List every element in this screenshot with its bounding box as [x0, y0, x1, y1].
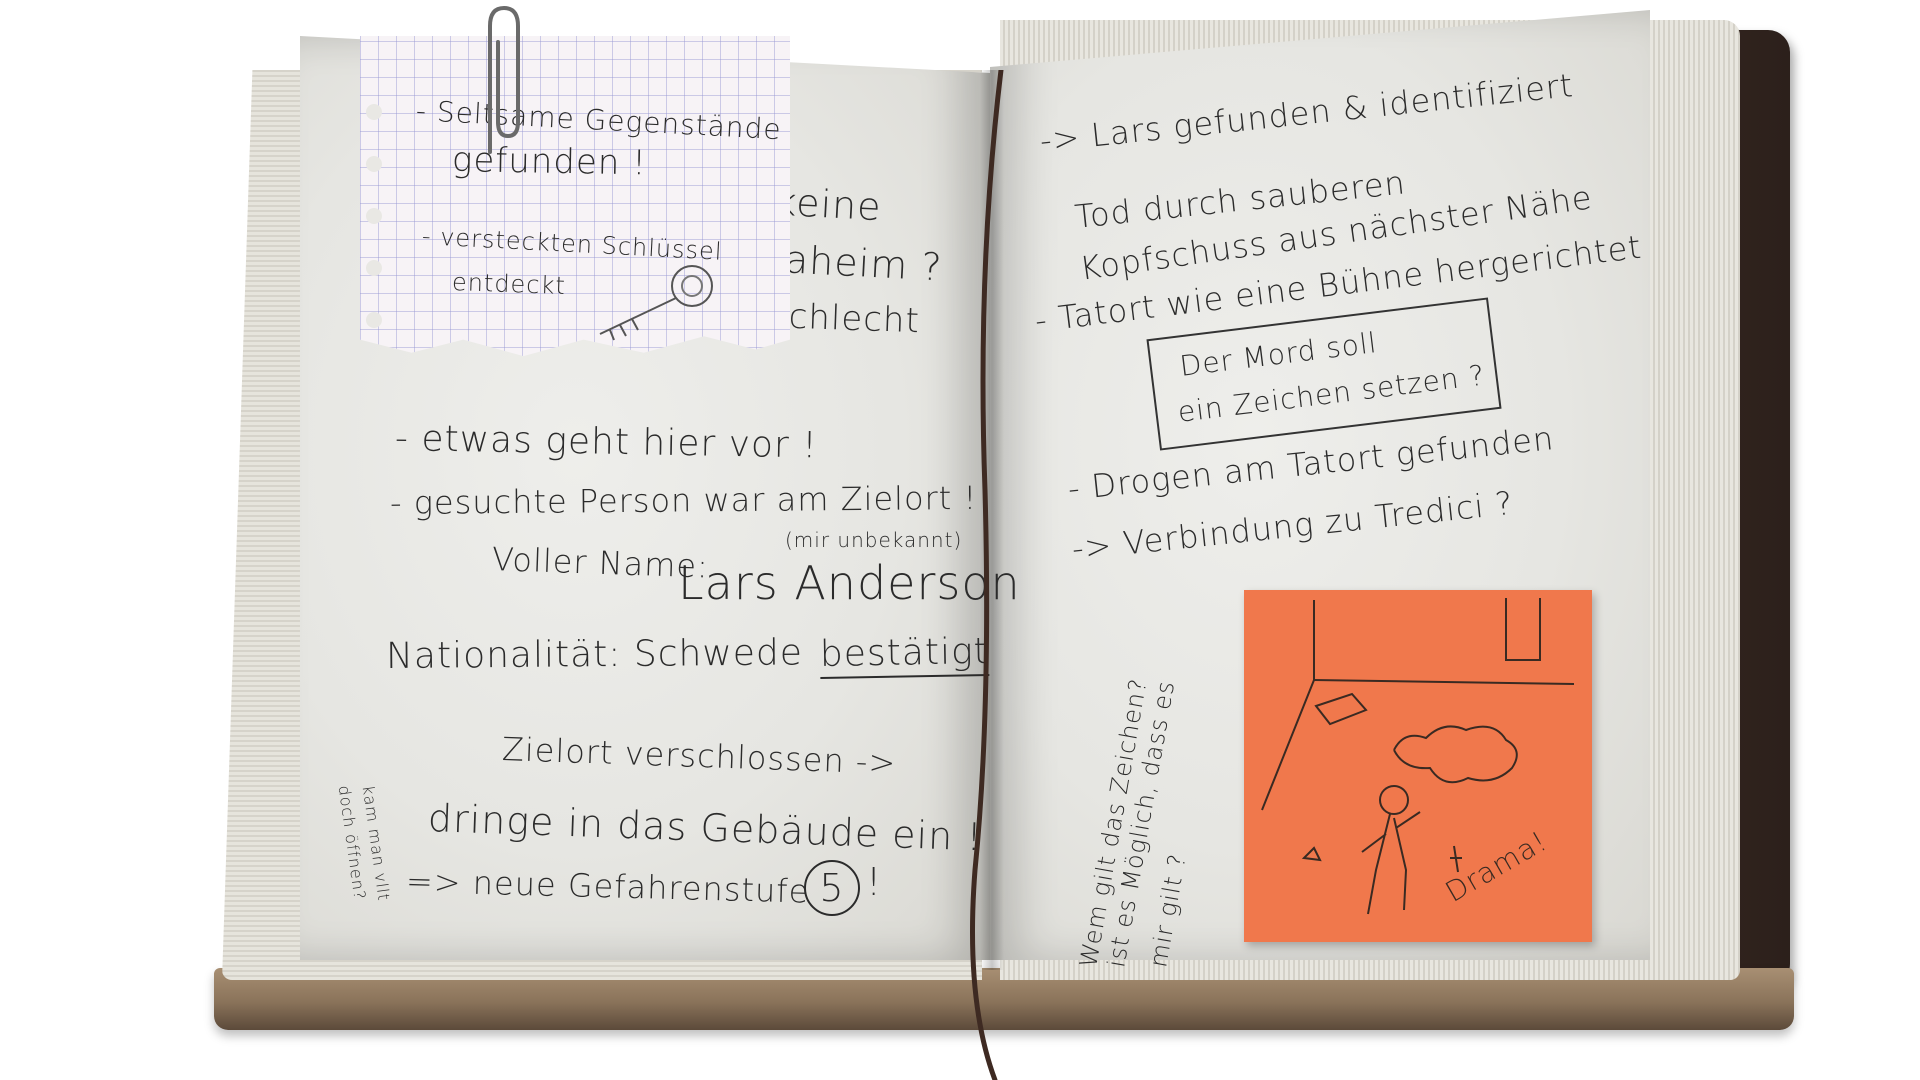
left-line-5-suffix: !: [866, 860, 883, 904]
grid-note-line-4: entdeckt: [451, 268, 567, 300]
danger-level-circle: 5: [804, 860, 860, 916]
punch-hole: [366, 104, 382, 120]
nationality-label: Nationalität: Schwede: [385, 632, 804, 677]
left-line-2: - gesuchte Person war am Zielort !: [389, 478, 978, 522]
left-line-1: - etwas geht hier vor !: [394, 418, 819, 467]
name-label: Voller Name:: [491, 540, 710, 586]
bookmark-string: [970, 70, 1004, 1080]
punch-hole: [366, 156, 382, 172]
paperclip-icon: [488, 5, 520, 154]
key-sketch-icon: [599, 265, 713, 341]
orange-sticky-note: Drama!: [1244, 590, 1592, 942]
punch-hole: [366, 312, 382, 328]
grid-paper-note: - Seltsame Gegenstände gefunden ! - vers…: [360, 36, 790, 357]
notebook-scene: r keine daheim ? schlecht - etwas geht h…: [0, 0, 1920, 1080]
crime-scene-sketch-icon: [1261, 598, 1575, 915]
grid-note-line-1: - Seltsame Gegenstände: [415, 94, 783, 147]
name-note: (mir unbekannt): [785, 528, 963, 552]
punch-hole: [366, 208, 382, 224]
torn-text-3: schlecht: [769, 296, 921, 342]
punch-hole: [366, 260, 382, 276]
